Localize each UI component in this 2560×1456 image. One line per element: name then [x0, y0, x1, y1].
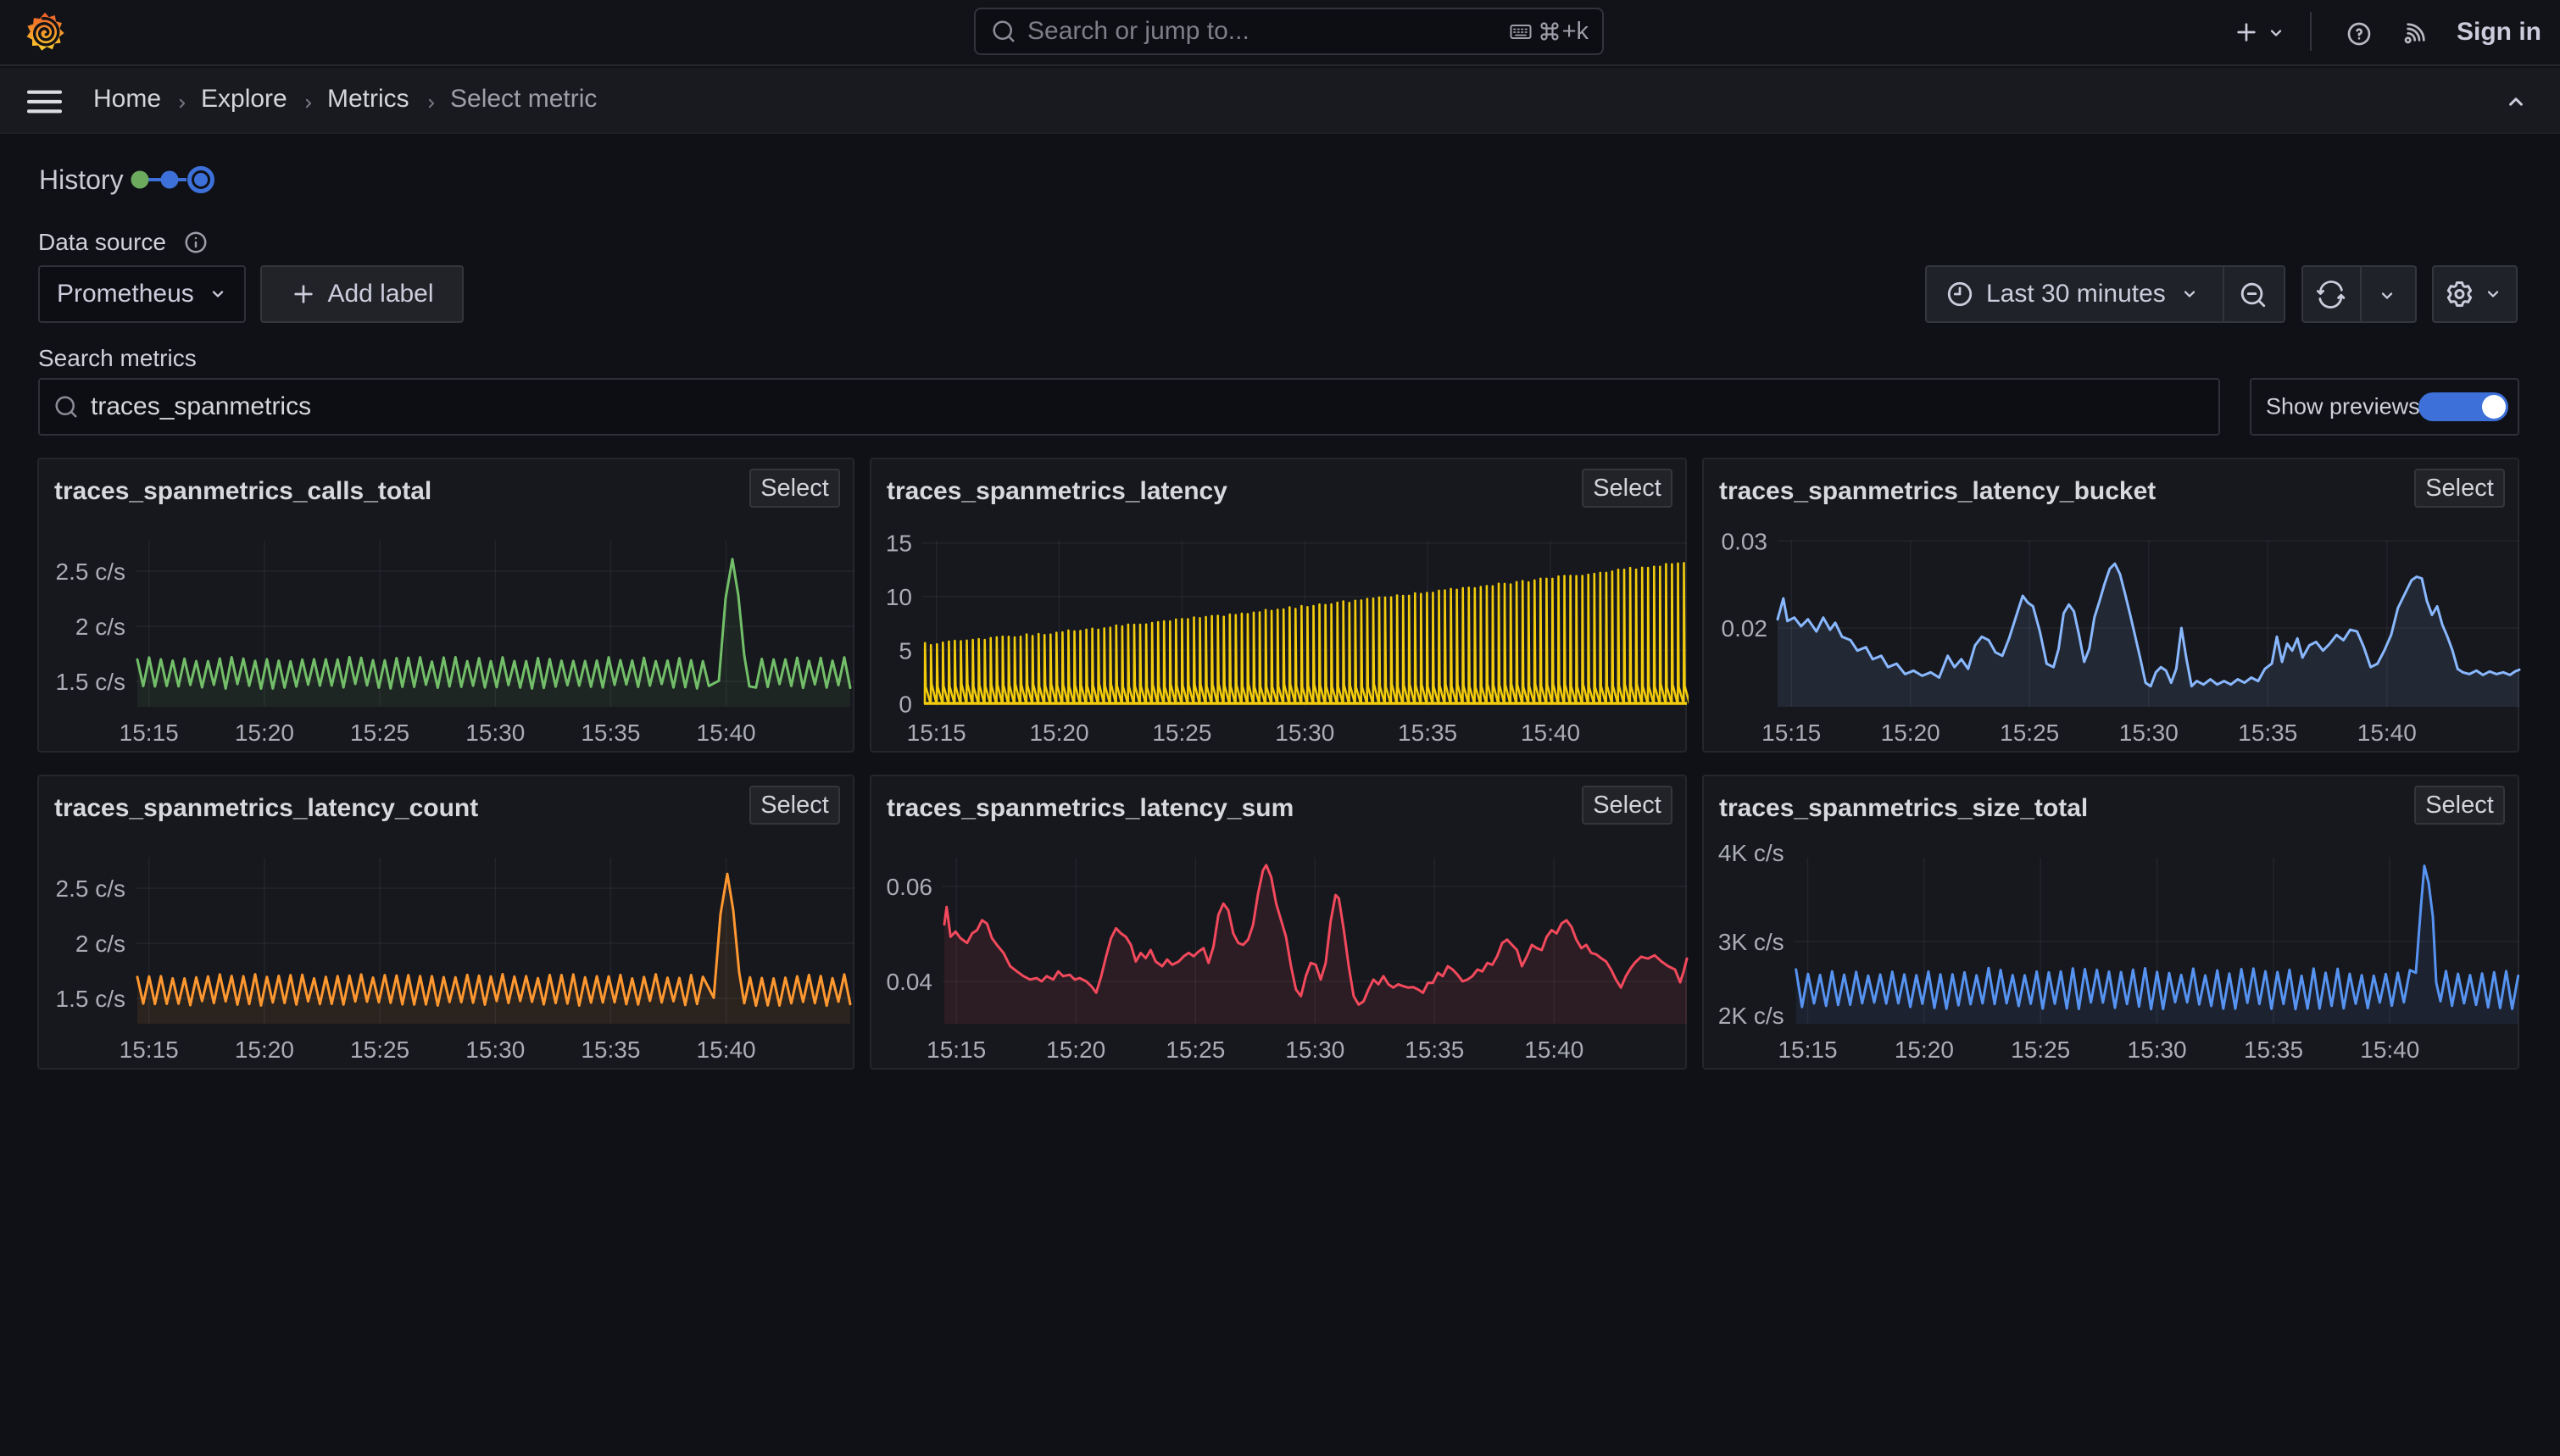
svg-text:15:35: 15:35	[1398, 720, 1457, 746]
svg-text:15:30: 15:30	[1275, 720, 1334, 746]
svg-text:15:20: 15:20	[1029, 720, 1088, 746]
svg-text:1.5 c/s: 1.5 c/s	[56, 986, 125, 1012]
svg-text:15:35: 15:35	[2238, 720, 2297, 746]
svg-text:2K c/s: 2K c/s	[1718, 1003, 1784, 1029]
svg-text:15:40: 15:40	[2360, 1036, 2419, 1063]
svg-text:2.5 c/s: 2.5 c/s	[56, 559, 125, 585]
svg-text:15:25: 15:25	[350, 720, 409, 746]
svg-text:15:35: 15:35	[2244, 1036, 2303, 1063]
svg-text:15:15: 15:15	[927, 1036, 986, 1063]
svg-text:15:15: 15:15	[907, 720, 966, 746]
svg-text:15:15: 15:15	[1761, 720, 1821, 746]
svg-text:2 c/s: 2 c/s	[75, 614, 125, 640]
svg-text:15:40: 15:40	[1524, 1036, 1583, 1063]
svg-text:15:20: 15:20	[235, 720, 294, 746]
svg-text:5: 5	[899, 637, 912, 664]
svg-text:15:40: 15:40	[697, 1036, 756, 1063]
svg-text:15:15: 15:15	[1778, 1036, 1837, 1063]
svg-text:15:35: 15:35	[581, 720, 640, 746]
svg-text:15:20: 15:20	[235, 1036, 294, 1063]
svg-text:15:25: 15:25	[2000, 720, 2059, 746]
svg-text:15:30: 15:30	[2128, 1036, 2187, 1063]
svg-text:0.03: 0.03	[1722, 528, 1768, 554]
svg-text:2.5 c/s: 2.5 c/s	[56, 875, 125, 902]
svg-text:4K c/s: 4K c/s	[1718, 840, 1784, 866]
svg-text:10: 10	[886, 584, 912, 610]
svg-text:0: 0	[899, 692, 912, 718]
svg-text:15:25: 15:25	[1166, 1036, 1225, 1063]
svg-text:15:35: 15:35	[581, 1036, 640, 1063]
svg-text:15:20: 15:20	[1895, 1036, 1954, 1063]
svg-text:15:20: 15:20	[1881, 720, 1940, 746]
svg-text:15:35: 15:35	[1405, 1036, 1464, 1063]
svg-text:0.06: 0.06	[887, 874, 933, 900]
svg-text:15:15: 15:15	[120, 1036, 179, 1063]
svg-text:1.5 c/s: 1.5 c/s	[56, 669, 125, 695]
svg-text:2 c/s: 2 c/s	[75, 931, 125, 957]
svg-text:15:25: 15:25	[1152, 720, 1211, 746]
svg-text:15:25: 15:25	[350, 1036, 409, 1063]
svg-text:15:40: 15:40	[697, 720, 756, 746]
svg-text:15:15: 15:15	[120, 720, 179, 746]
svg-text:15:20: 15:20	[1046, 1036, 1105, 1063]
svg-text:15:40: 15:40	[1521, 720, 1580, 746]
svg-text:15:30: 15:30	[465, 720, 525, 746]
svg-text:0.04: 0.04	[887, 969, 933, 995]
svg-text:3K c/s: 3K c/s	[1718, 929, 1784, 955]
svg-text:0.02: 0.02	[1722, 615, 1768, 642]
svg-text:15:25: 15:25	[2011, 1036, 2070, 1063]
svg-text:15: 15	[886, 531, 912, 557]
svg-text:15:30: 15:30	[2119, 720, 2179, 746]
svg-text:15:30: 15:30	[465, 1036, 525, 1063]
svg-text:15:40: 15:40	[2357, 720, 2417, 746]
svg-text:15:30: 15:30	[1285, 1036, 1344, 1063]
